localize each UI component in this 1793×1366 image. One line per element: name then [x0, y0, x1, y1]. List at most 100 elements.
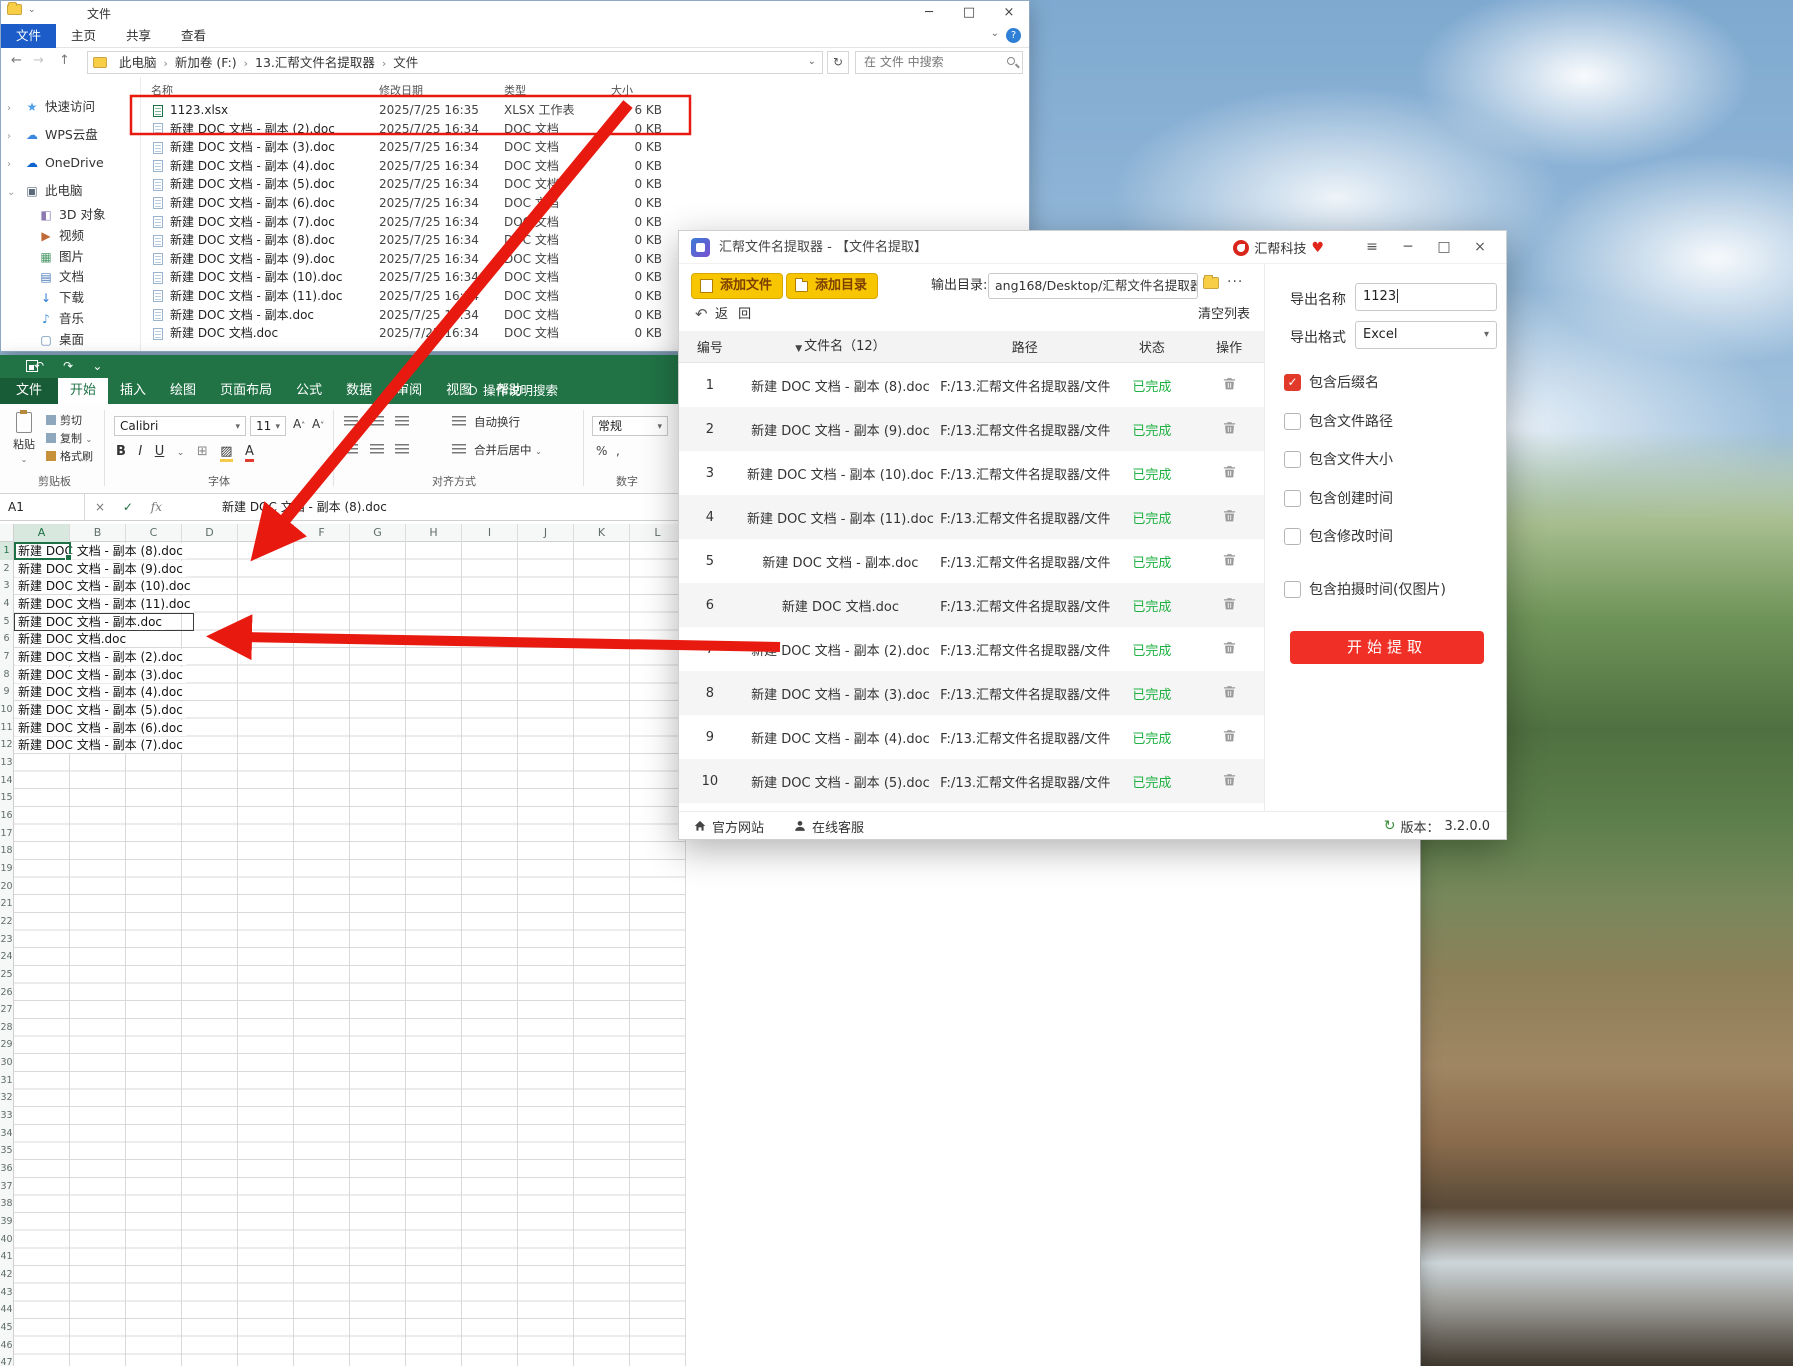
- delete-row-button[interactable]: [1194, 376, 1264, 395]
- percent-style-button[interactable]: %: [596, 444, 607, 458]
- extract-row-6[interactable]: 6 新建 DOC 文档.doc F:/13.汇帮文件名提取器/文件/新建... …: [679, 583, 1264, 627]
- grow-font-button[interactable]: A˄: [293, 417, 305, 431]
- checkbox-icon[interactable]: ✓: [1284, 374, 1301, 391]
- row-header-46[interactable]: 46: [0, 1337, 13, 1355]
- column-header-path[interactable]: 路径: [940, 337, 1109, 356]
- row-header-42[interactable]: 42: [0, 1266, 13, 1284]
- sidebar-item-desktop[interactable]: ▢ 桌面: [1, 330, 140, 351]
- column-header-A[interactable]: A: [14, 524, 70, 542]
- option-include-path[interactable]: 包含文件路径: [1284, 411, 1393, 431]
- export-format-select[interactable]: Excel▾: [1355, 321, 1497, 349]
- row-header-11[interactable]: 11: [0, 719, 13, 737]
- wrap-text-button[interactable]: 自动换行: [452, 414, 520, 430]
- row-header-12[interactable]: 12: [0, 736, 13, 754]
- column-header-date[interactable]: 修改日期: [379, 82, 423, 98]
- menu-button[interactable]: ≡: [1354, 231, 1390, 264]
- breadcrumb-item[interactable]: 新加卷 (F:): [168, 52, 244, 73]
- font-color-button[interactable]: A: [245, 444, 254, 462]
- checkbox-icon[interactable]: [1284, 581, 1301, 598]
- row-header-18[interactable]: 18: [0, 842, 13, 860]
- delete-row-button[interactable]: [1194, 728, 1264, 747]
- copy-button[interactable]: 复制 ⌄: [46, 430, 92, 447]
- close-button[interactable]: ×: [1462, 231, 1498, 264]
- row-header-3[interactable]: 3: [0, 577, 13, 595]
- row-header-5[interactable]: 5: [0, 613, 13, 631]
- menu-tab-view[interactable]: 查看: [166, 24, 221, 48]
- row-header-35[interactable]: 35: [0, 1142, 13, 1160]
- close-button[interactable]: ×: [989, 1, 1029, 24]
- column-header-F[interactable]: F: [294, 524, 350, 542]
- extract-row-5[interactable]: 5 新建 DOC 文档 - 副本.doc F:/13.汇帮文件名提取器/文件/新…: [679, 539, 1264, 583]
- delete-row-button[interactable]: [1194, 596, 1264, 615]
- excel-tab-4[interactable]: 页面布局: [208, 378, 284, 404]
- column-header-I[interactable]: I: [462, 524, 518, 542]
- extract-row-4[interactable]: 4 新建 DOC 文档 - 副本 (11).doc F:/13.汇帮文件名提取器…: [679, 495, 1264, 539]
- row-header-38[interactable]: 38: [0, 1195, 13, 1213]
- delete-row-button[interactable]: [1194, 420, 1264, 439]
- redo-button[interactable]: ↷: [63, 355, 73, 378]
- align-top-icon[interactable]: [344, 416, 358, 427]
- row-header-20[interactable]: 20: [0, 878, 13, 896]
- row-header-21[interactable]: 21: [0, 895, 13, 913]
- option-include-size[interactable]: 包含文件大小: [1284, 449, 1393, 469]
- checkbox-icon[interactable]: [1284, 413, 1301, 430]
- refresh-button[interactable]: ↻: [827, 51, 849, 74]
- collapse-ribbon-icon[interactable]: ⌄: [991, 28, 999, 39]
- export-name-input[interactable]: 1123: [1355, 283, 1497, 311]
- align-center-icon[interactable]: [370, 444, 384, 455]
- up-button[interactable]: ↑: [59, 53, 70, 68]
- row-header-14[interactable]: 14: [0, 772, 13, 790]
- cell-a12[interactable]: 新建 DOC 文档 - 副本 (7).doc: [15, 737, 186, 753]
- row-header-25[interactable]: 25: [0, 966, 13, 984]
- row-header-24[interactable]: 24: [0, 948, 13, 966]
- save-icon[interactable]: [26, 360, 38, 372]
- delete-row-button[interactable]: [1194, 772, 1264, 791]
- column-header-H[interactable]: H: [406, 524, 462, 542]
- excel-tab-6[interactable]: 数据: [334, 378, 384, 404]
- align-middle-icon[interactable]: [370, 416, 384, 427]
- row-header-13[interactable]: 13: [0, 754, 13, 772]
- delete-row-button[interactable]: [1194, 552, 1264, 571]
- extract-row-10[interactable]: 10 新建 DOC 文档 - 副本 (5).doc F:/13.汇帮文件名提取器…: [679, 759, 1264, 803]
- row-header-10[interactable]: 10: [0, 701, 13, 719]
- extract-row-1[interactable]: 1 新建 DOC 文档 - 副本 (8).doc F:/13.汇帮文件名提取器/…: [679, 363, 1264, 407]
- cell-a9[interactable]: 新建 DOC 文档 - 副本 (4).doc: [15, 684, 186, 700]
- cell-a7[interactable]: 新建 DOC 文档 - 副本 (2).doc: [15, 649, 186, 665]
- fill-color-button[interactable]: ▨: [220, 444, 232, 462]
- formula-input[interactable]: 新建 DOC 文档 - 副本 (8).doc: [222, 494, 387, 520]
- column-header-size[interactable]: 大小: [611, 82, 633, 98]
- row-header-32[interactable]: 32: [0, 1089, 13, 1107]
- sidebar-item-documents[interactable]: ▤ 文档: [1, 267, 140, 288]
- file-row[interactable]: 1123.xlsx 2025/7/25 16:35 XLSX 工作表 6 KB: [141, 101, 1029, 120]
- row-header-16[interactable]: 16: [0, 807, 13, 825]
- column-header-B[interactable]: B: [70, 524, 126, 542]
- option-include-modified-time[interactable]: 包含修改时间: [1284, 526, 1393, 546]
- column-header-K[interactable]: K: [574, 524, 630, 542]
- row-header-4[interactable]: 4: [0, 595, 13, 613]
- column-header-type[interactable]: 类型: [504, 82, 526, 98]
- comma-style-button[interactable]: ,: [616, 444, 620, 458]
- align-left-icon[interactable]: [344, 444, 358, 455]
- font-name-select[interactable]: Calibri▾: [114, 416, 246, 436]
- delete-row-button[interactable]: [1194, 684, 1264, 703]
- row-header-2[interactable]: 2: [0, 560, 13, 578]
- maximize-button[interactable]: □: [949, 1, 989, 24]
- extract-row-3[interactable]: 3 新建 DOC 文档 - 副本 (10).doc F:/13.汇帮文件名提取器…: [679, 451, 1264, 495]
- column-header-number[interactable]: 编号: [679, 337, 741, 356]
- extract-row-8[interactable]: 8 新建 DOC 文档 - 副本 (3).doc F:/13.汇帮文件名提取器/…: [679, 671, 1264, 715]
- sidebar-item-3d-objects[interactable]: ◧ 3D 对象: [1, 205, 140, 226]
- column-header-G[interactable]: G: [350, 524, 406, 542]
- option-include-shot-time[interactable]: 包含拍摄时间(仅图片): [1284, 579, 1446, 599]
- cut-button[interactable]: 剪切: [46, 412, 82, 429]
- tell-me-search[interactable]: 操作说明搜索: [468, 378, 558, 404]
- column-header-J[interactable]: J: [518, 524, 574, 542]
- breadcrumb-item[interactable]: 13.汇帮文件名提取器: [248, 52, 382, 73]
- sidebar-item-onedrive-cloud[interactable]: › ☁ OneDrive: [1, 149, 140, 177]
- checkbox-icon[interactable]: [1284, 528, 1301, 545]
- excel-tab-0[interactable]: 文件: [0, 378, 58, 404]
- file-row[interactable]: 新建 DOC 文档 - 副本 (6).doc 2025/7/25 16:34 D…: [141, 194, 1029, 213]
- row-header-44[interactable]: 44: [0, 1301, 13, 1319]
- chevron-down-icon[interactable]: ⌄: [177, 448, 185, 458]
- minimize-button[interactable]: ─: [1390, 231, 1426, 264]
- row-header-45[interactable]: 45: [0, 1319, 13, 1337]
